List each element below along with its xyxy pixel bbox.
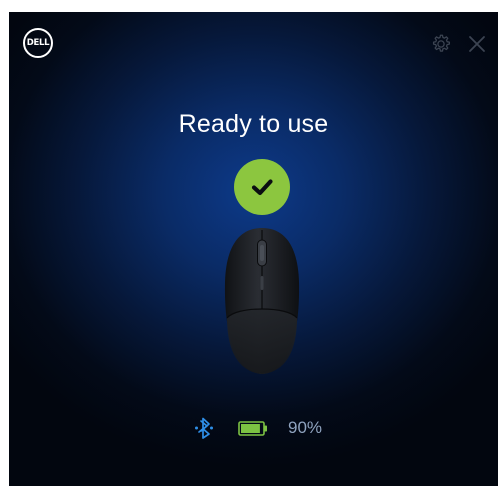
bluetooth-icon xyxy=(195,417,213,439)
gear-icon[interactable] xyxy=(430,33,452,55)
status-title: Ready to use xyxy=(178,110,329,138)
battery-percentage: 90% xyxy=(288,418,323,437)
check-icon xyxy=(234,159,290,215)
close-icon[interactable] xyxy=(467,34,487,54)
mouse-image xyxy=(224,228,300,374)
dell-logo: DELL xyxy=(23,28,53,58)
dell-logo-text: DELL xyxy=(26,38,50,48)
status-bar: 90% xyxy=(9,416,498,440)
battery-icon xyxy=(238,421,267,436)
app-window: DELL Ready to use 90% xyxy=(9,12,498,486)
battery-fill xyxy=(241,424,260,433)
